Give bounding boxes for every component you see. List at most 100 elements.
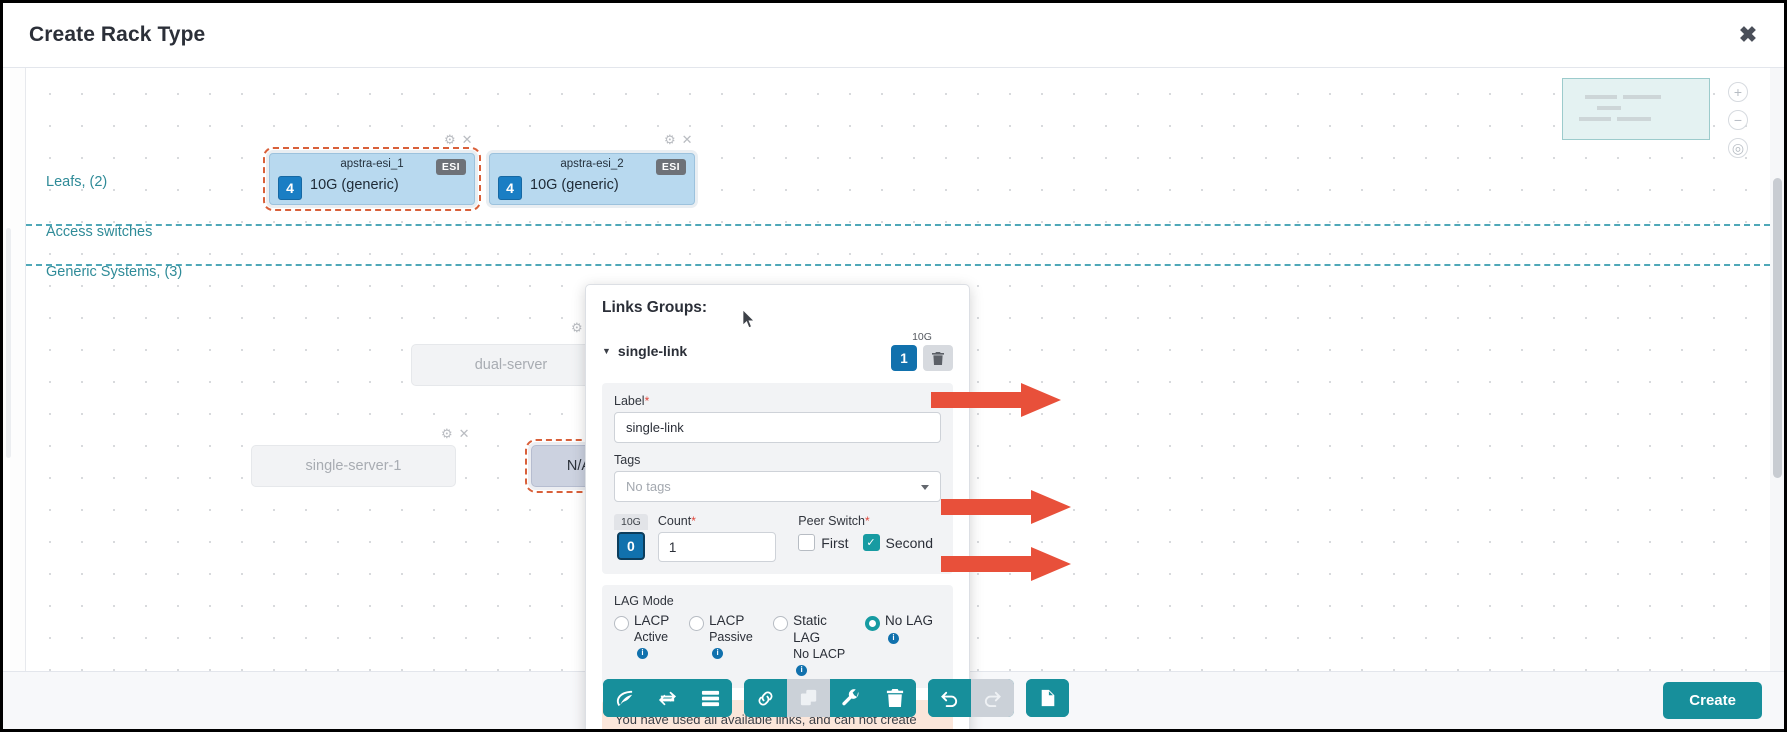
document-icon[interactable] (1026, 679, 1069, 717)
close-icon[interactable]: ✕ (459, 426, 470, 442)
leaf-node-speed: 10G (generic) (530, 177, 619, 193)
tags-select[interactable]: No tags (614, 471, 941, 502)
canvas-toolbar: ⚠ (603, 679, 1069, 717)
lag-radio[interactable] (614, 616, 629, 631)
link-group-speed: 10G (891, 331, 953, 343)
lag-line1: LACP (709, 613, 744, 628)
node-1-tools[interactable]: ⚙ ✕ (444, 132, 473, 148)
zoom-out-icon[interactable]: − (1728, 110, 1748, 130)
required-marker: * (691, 514, 696, 528)
copy-icon[interactable]: ⚠ (787, 679, 830, 717)
info-icon[interactable]: i (888, 633, 899, 644)
single-server-tools[interactable]: ⚙ ✕ (441, 426, 470, 442)
count-label-text: Count (658, 514, 691, 528)
left-scroll-thumb[interactable] (6, 228, 11, 458)
lag-option-label: No LAG i (885, 613, 941, 647)
minimap-node (1579, 117, 1611, 121)
lag-line2-wrap: No LACP i (793, 647, 853, 678)
annotation-arrow-lag-mode (941, 547, 1071, 581)
lag-line2: No LACP (793, 647, 845, 661)
info-icon[interactable]: i (796, 665, 807, 676)
link-count-badge[interactable]: 1 (891, 345, 917, 371)
swap-arrows-icon[interactable] (646, 679, 689, 717)
link-group-actions: 10G 1 (891, 331, 953, 371)
scrollbar-thumb[interactable] (1773, 178, 1782, 478)
zoom-in-icon[interactable]: + (1728, 82, 1748, 102)
speed-chip-value[interactable]: 0 (617, 532, 645, 560)
minimap-node (1585, 95, 1617, 99)
create-button[interactable]: Create (1663, 682, 1762, 719)
generic-system-single-server-1[interactable]: single-server-1 (251, 445, 456, 487)
row-label-access-switches: Access switches (46, 224, 152, 240)
peer-switch-field: Peer Switch* First ✓ Second (798, 514, 941, 551)
count-input[interactable] (658, 532, 776, 562)
gear-icon[interactable]: ⚙ (441, 426, 453, 442)
tags-field-label: Tags (614, 453, 941, 467)
peer-switch-second-checkbox[interactable]: ✓ (863, 534, 880, 551)
speed-chip: 10G 0 (614, 514, 648, 560)
leaf-node-apstra-esi-1[interactable]: apstra-esi_1 4 10G (generic) ESI (269, 153, 475, 205)
row-label-leafs: Leafs, (2) (46, 174, 107, 190)
lag-line1: No LAG (885, 613, 933, 628)
rack-server-icon[interactable] (689, 679, 732, 717)
gear-icon[interactable]: ⚙ (571, 320, 583, 336)
lag-radio[interactable] (773, 616, 788, 631)
toolbar-group-edit: ⚠ (744, 679, 916, 717)
lag-radio[interactable] (689, 616, 704, 631)
leaf-icon[interactable] (603, 679, 646, 717)
annotation-arrow-peer-switch (941, 490, 1071, 524)
required-marker: * (865, 514, 870, 528)
leaf-node-apstra-esi-2[interactable]: apstra-esi_2 4 10G (generic) ESI (489, 153, 695, 205)
lag-option-label: LACP Activei (634, 613, 677, 661)
redo-icon[interactable] (971, 679, 1014, 717)
trash-icon[interactable] (923, 345, 953, 371)
toolbar-group-document (1026, 679, 1069, 717)
lag-radio[interactable] (865, 616, 880, 631)
canvas-scrollbar[interactable] (1770, 68, 1784, 671)
minimap-node (1597, 106, 1621, 110)
lag-option-static-lag[interactable]: Static LAG No LACPi (773, 613, 853, 678)
row-divider-2 (26, 264, 1770, 266)
lag-option-lacp-active[interactable]: LACP Activei (614, 613, 677, 661)
lag-option-no-lag[interactable]: No LAG i (865, 613, 941, 647)
close-icon[interactable]: ✕ (462, 132, 473, 148)
peer-switch-second-label: Second (886, 535, 933, 551)
generic-system-dual-server[interactable]: dual-server (411, 344, 611, 386)
count-peer-row: 10G 0 Count* Peer Switch* First (614, 514, 941, 562)
chevron-down-icon: ▼ (602, 346, 611, 356)
wrench-icon[interactable] (830, 679, 873, 717)
required-marker: * (645, 394, 650, 408)
info-icon[interactable]: i (712, 648, 723, 659)
lag-line2: Passive (709, 630, 753, 644)
link-group-toggle[interactable]: ▼ single-link (602, 343, 687, 359)
count-field: Count* (658, 514, 776, 562)
close-icon[interactable]: ✕ (682, 132, 693, 148)
lag-mode-label: LAG Mode (614, 594, 941, 608)
trash-icon[interactable] (873, 679, 916, 717)
undo-icon[interactable] (928, 679, 971, 717)
label-input[interactable] (614, 412, 941, 443)
peer-switch-first-label: First (821, 535, 848, 551)
lag-option-lacp-passive[interactable]: LACP Passive i (689, 613, 761, 661)
tags-placeholder: No tags (626, 479, 671, 494)
gear-icon[interactable]: ⚙ (444, 132, 456, 148)
leaf-node-count: 4 (498, 176, 522, 200)
gear-icon[interactable]: ⚙ (664, 132, 676, 148)
annotation-arrow-label (931, 383, 1061, 417)
lag-line1: LACP (634, 613, 669, 628)
chevron-down-icon (921, 485, 929, 490)
peer-switch-first-checkbox[interactable] (798, 534, 815, 551)
node-2-tools[interactable]: ⚙ ✕ (664, 132, 693, 148)
lag-mode-section: LAG Mode LACP Activei LACP Passive i (602, 585, 953, 688)
modal-header: Create Rack Type ✖ (3, 3, 1784, 68)
row-divider-1 (26, 224, 1770, 226)
label-text: Label (614, 394, 645, 408)
close-icon[interactable]: ✖ (1734, 21, 1762, 49)
info-icon[interactable]: i (637, 648, 648, 659)
speed-chip-label: 10G (614, 514, 648, 530)
recenter-icon[interactable]: ◎ (1728, 138, 1748, 158)
link-icon[interactable] (744, 679, 787, 717)
minimap[interactable] (1562, 78, 1710, 140)
label-field-label: Label* (614, 394, 941, 408)
lag-option-label: LACP Passive i (709, 613, 761, 661)
